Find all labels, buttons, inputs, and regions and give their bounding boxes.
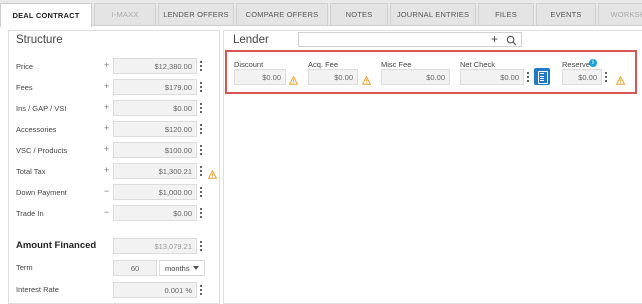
structure-panel: Structure Price + $12,380.00 Fees + $179… [8,30,220,304]
search-icon[interactable] [506,33,517,51]
tab-notes[interactable]: NOTES [330,3,388,25]
tab-i-maxx[interactable]: I-MAXX [94,3,156,25]
plus-operator: + [104,81,110,91]
more-options-icon[interactable] [198,163,204,179]
tab-journal-entries[interactable]: JOURNAL ENTRIES [390,3,476,25]
vsc-products-label: VSC / Products [16,146,68,155]
minus-operator: − [104,207,110,217]
term-label: Term [16,263,33,272]
discount-field[interactable]: $0.00 [234,69,286,85]
plus-operator: + [104,102,110,112]
discount-label: Discount [234,60,264,69]
more-options-icon[interactable] [198,79,204,95]
tab-worksheet[interactable]: WORKSH [598,3,642,25]
total-tax-field[interactable]: $1,300.21 [113,163,197,179]
more-options-icon[interactable] [198,121,204,137]
net-check-field[interactable]: $0.00 [460,69,524,85]
tab-compare-offers[interactable]: COMPARE OFFERS [236,3,328,25]
more-options-icon[interactable] [198,100,204,116]
ins-gap-vsi-label: Ins / GAP / VSI [16,104,67,113]
warning-icon [288,72,299,90]
total-tax-row: Total Tax + $1,300.21 [9,163,221,181]
add-lender-button[interactable]: + [491,32,498,46]
acq-fee-field[interactable]: $0.00 [308,69,358,85]
more-options-icon[interactable] [198,205,204,221]
lender-search-input[interactable] [298,32,522,47]
more-options-icon[interactable] [603,69,609,85]
lender-title: Lender [233,34,269,46]
fees-label: Fees [16,83,33,92]
net-check-label: Net Check [460,60,496,69]
amount-financed-label: Amount Financed [16,240,97,251]
chevron-down-icon [193,266,199,270]
trade-in-row: Trade In − $0.00 [9,205,221,223]
tab-lender-offers[interactable]: LENDER OFFERS [158,3,234,25]
price-label: Price [16,62,34,71]
minus-operator: − [104,186,110,196]
price-field[interactable]: $12,380.00 [113,58,197,74]
reserve-label: Reserve [562,60,590,69]
tab-files[interactable]: FILES [478,3,534,25]
vsc-products-field[interactable]: $100.00 [113,142,197,158]
plus-operator: + [104,60,110,70]
interest-rate-field[interactable]: 0.001 % [113,282,197,298]
warning-icon [361,72,372,90]
down-payment-label: Down Payment [16,188,67,197]
calculator-button[interactable] [534,68,550,85]
ins-gap-vsi-row: Ins / GAP / VSI + $0.00 [9,100,221,118]
total-tax-label: Total Tax [16,167,46,176]
accessories-label: Accessories [16,125,57,134]
accessories-row: Accessories + $120.00 [9,121,221,139]
tab-events[interactable]: EVENTS [536,3,596,25]
structure-title: Structure [16,34,63,46]
plus-operator: + [104,144,110,154]
amount-financed-field: $13,079.21 [113,238,197,254]
accessories-field[interactable]: $120.00 [113,121,197,137]
vsc-products-row: VSC / Products + $100.00 [9,142,221,160]
plus-operator: + [104,165,110,175]
down-payment-row: Down Payment − $1,000.00 [9,184,221,202]
trade-in-field[interactable]: $0.00 [113,205,197,221]
fees-row: Fees + $179.00 [9,79,221,97]
warning-icon [615,72,626,90]
more-options-icon[interactable] [198,238,204,254]
plus-operator: + [104,123,110,133]
misc-fee-field[interactable]: $0.00 [381,69,450,85]
more-options-icon[interactable] [525,69,531,85]
misc-fee-label: Misc Fee [381,60,412,69]
interest-rate-label: Interest Rate [16,285,59,294]
acq-fee-label: Acq. Fee [308,60,339,69]
tab-deal-contract[interactable]: DEAL CONTRACT [0,3,92,27]
more-options-icon[interactable] [198,282,204,298]
more-options-icon[interactable] [198,142,204,158]
down-payment-field[interactable]: $1,000.00 [113,184,197,200]
reserve-field[interactable]: $0.00 [562,69,602,85]
fees-field[interactable]: $179.00 [113,79,197,95]
warning-icon [207,166,218,184]
term-field[interactable]: 60 [113,260,157,276]
tab-bar: DEAL CONTRACT I-MAXX LENDER OFFERS COMPA… [0,0,642,27]
info-icon[interactable]: i [589,59,597,67]
term-unit-value: months [165,263,190,273]
term-unit-select[interactable]: months [159,260,205,276]
trade-in-label: Trade In [16,209,44,218]
more-options-icon[interactable] [198,58,204,74]
price-row: Price + $12,380.00 [9,58,221,76]
ins-gap-vsi-field[interactable]: $0.00 [113,100,197,116]
more-options-icon[interactable] [198,184,204,200]
